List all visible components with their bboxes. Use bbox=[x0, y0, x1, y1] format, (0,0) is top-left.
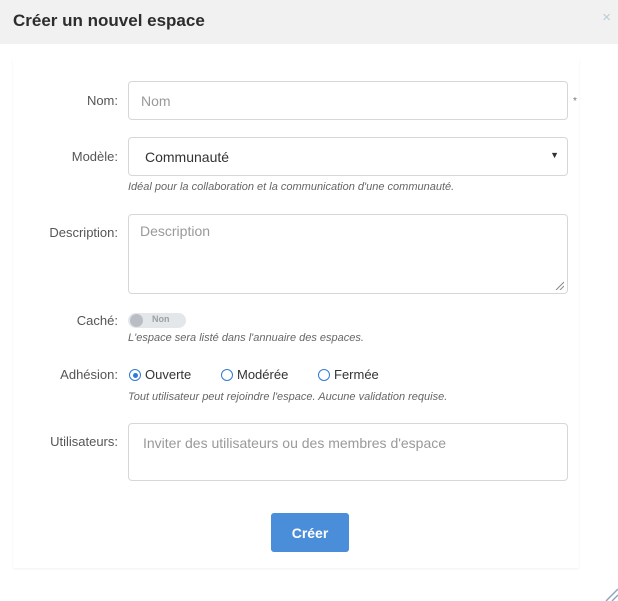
hidden-toggle[interactable]: Non bbox=[128, 313, 186, 328]
name-input[interactable]: Nom bbox=[128, 81, 568, 120]
membership-radio-closed[interactable]: Fermée bbox=[318, 367, 379, 382]
hidden-hint: L'espace sera listé dans l'annuaire des … bbox=[128, 332, 364, 344]
window-resize-icon[interactable] bbox=[602, 587, 618, 601]
description-placeholder: Description bbox=[140, 223, 211, 239]
toggle-knob bbox=[130, 314, 143, 327]
create-button[interactable]: Créer bbox=[271, 513, 349, 552]
users-invite-input[interactable]: Inviter des utilisateurs ou des membres … bbox=[128, 423, 568, 481]
users-placeholder: Inviter des utilisateurs ou des membres … bbox=[143, 435, 447, 451]
membership-radio-moderated[interactable]: Modérée bbox=[221, 367, 288, 382]
close-icon[interactable]: × bbox=[602, 9, 611, 27]
template-hint: Idéal pour la collaboration et la commun… bbox=[128, 181, 455, 193]
template-select[interactable]: Communauté ▼ bbox=[128, 137, 568, 176]
caret-down-icon: ▼ bbox=[550, 150, 559, 160]
modal-header: Créer un nouvel espace × bbox=[0, 0, 618, 44]
radio-label: Modérée bbox=[237, 367, 289, 382]
hidden-label: Caché: bbox=[76, 313, 118, 328]
description-label: Description: bbox=[49, 225, 118, 240]
name-label: Nom: bbox=[86, 93, 118, 108]
required-asterisk: * bbox=[573, 96, 577, 107]
description-textarea[interactable]: Description bbox=[128, 214, 568, 294]
radio-label: Ouverte bbox=[145, 367, 192, 382]
radio-checked-icon bbox=[129, 369, 141, 381]
membership-hint: Tout utilisateur peut rejoindre l'espace… bbox=[128, 391, 448, 403]
users-label: Utilisateurs: bbox=[50, 434, 118, 449]
resize-grip-icon[interactable] bbox=[555, 281, 564, 290]
radio-unchecked-icon bbox=[318, 369, 330, 381]
template-selected-value: Communauté bbox=[145, 149, 230, 165]
membership-label: Adhésion: bbox=[60, 367, 118, 382]
radio-unchecked-icon bbox=[221, 369, 233, 381]
toggle-state-text: Non bbox=[152, 314, 170, 324]
membership-radio-open[interactable]: Ouverte bbox=[129, 367, 191, 382]
modal-title: Créer un nouvel espace bbox=[13, 11, 205, 30]
name-placeholder: Nom bbox=[141, 93, 171, 109]
template-label: Modèle: bbox=[71, 149, 118, 164]
radio-label: Fermée bbox=[334, 367, 379, 382]
